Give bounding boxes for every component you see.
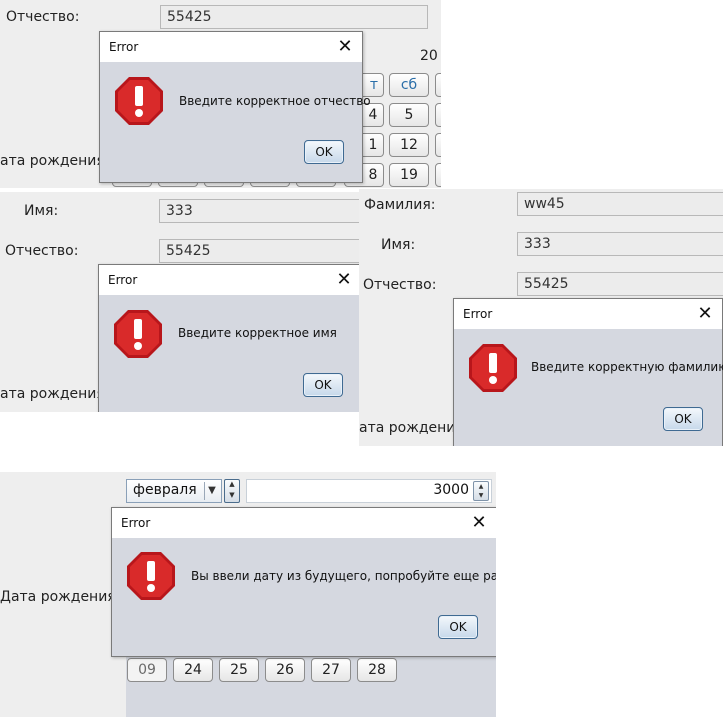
- form-panel-4: февраля ▼ ▲ ▼ 3000 ▲ ▼ Дата рождения: 09…: [0, 472, 496, 717]
- dialog-message: Введите корректное отчество: [179, 94, 371, 108]
- day-partial-edge: [435, 73, 441, 97]
- dialog-titlebar: Error ✕: [100, 32, 362, 62]
- ok-button[interactable]: OK: [304, 140, 344, 164]
- spinner-up-icon[interactable]: ▲: [225, 480, 239, 491]
- close-icon[interactable]: ✕: [468, 512, 490, 534]
- form-panel-2: Имя: 333 Отчество: 55425 ата рождения: E…: [0, 192, 359, 412]
- day-partial-edge: [435, 133, 441, 157]
- dialog-message: Введите корректную фамилию: [531, 360, 723, 374]
- stop-error-icon: [114, 310, 162, 358]
- dialog-title: Error: [463, 307, 493, 321]
- spinner-down-icon[interactable]: ▼: [474, 491, 488, 500]
- dialog-titlebar: Error ✕: [99, 265, 359, 295]
- spinner-up-icon[interactable]: ▲: [474, 482, 488, 491]
- day-partial-edge: [435, 163, 441, 187]
- patronymic-label: Отчество:: [363, 277, 437, 293]
- close-icon[interactable]: ✕: [694, 303, 716, 325]
- ok-button[interactable]: OK: [663, 407, 703, 431]
- form-panel-1: Отчество: 55425 20 т сб 4 5 1 12 8 19 ат…: [0, 0, 441, 188]
- name-label: Имя:: [24, 203, 59, 219]
- day-cell[interactable]: 25: [219, 658, 259, 682]
- birth-date-label: ата рождения:: [0, 386, 110, 402]
- surname-field[interactable]: ww45: [517, 192, 723, 216]
- day-cell[interactable]: 28: [357, 658, 397, 682]
- error-dialog: Error ✕ Введите корректное имя OK: [98, 264, 359, 412]
- close-icon[interactable]: ✕: [333, 269, 355, 291]
- name-field[interactable]: 333: [517, 232, 723, 256]
- name-field[interactable]: 333: [159, 199, 359, 223]
- patronymic-field[interactable]: 55425: [517, 272, 723, 296]
- day-cell[interactable]: 26: [265, 658, 305, 682]
- chevron-down-icon[interactable]: ▼: [204, 482, 219, 500]
- ok-button[interactable]: OK: [438, 615, 478, 639]
- day-cell[interactable]: 27: [311, 658, 351, 682]
- spinner-arrows-icon[interactable]: ▲ ▼: [473, 481, 489, 501]
- dialog-titlebar: Error ✕: [454, 299, 722, 329]
- patronymic-label: Отчество:: [6, 9, 80, 25]
- surname-label: Фамилия:: [364, 197, 436, 213]
- patronymic-field[interactable]: 55425: [159, 239, 359, 263]
- dialog-title: Error: [109, 40, 139, 54]
- ok-button[interactable]: OK: [303, 373, 343, 397]
- day-cell[interactable]: 24: [173, 658, 213, 682]
- year-label: 20: [420, 48, 438, 64]
- day-cell[interactable]: 19: [389, 163, 429, 187]
- stop-error-icon: [115, 77, 163, 125]
- patronymic-field[interactable]: 55425: [160, 5, 428, 29]
- name-label: Имя:: [381, 237, 416, 253]
- dialog-message: Введите корректное имя: [178, 326, 337, 340]
- dialog-title: Error: [108, 273, 138, 287]
- dialog-message: Вы ввели дату из будущего, попробуйте ещ…: [191, 569, 496, 583]
- dialog-titlebar: Error ✕: [112, 508, 496, 538]
- error-dialog: Error ✕ Введите корректное отчество OK: [99, 31, 371, 183]
- day-cell[interactable]: 09: [127, 658, 167, 682]
- birth-date-label: Дата рождения:: [0, 589, 121, 605]
- day-cell[interactable]: 5: [389, 103, 429, 127]
- error-dialog: Error ✕ Вы ввели дату из будущего, попро…: [111, 507, 496, 657]
- form-panel-3: Фамилия: ww45 Имя: 333 Отчество: 55425 а…: [359, 189, 723, 446]
- spinner-down-icon[interactable]: ▼: [225, 491, 239, 502]
- day-cell[interactable]: 12: [389, 133, 429, 157]
- year-spinner[interactable]: 3000 ▲ ▼: [246, 479, 492, 503]
- dialog-title: Error: [121, 516, 151, 530]
- spinner-arrows-icon[interactable]: ▲ ▼: [224, 479, 240, 503]
- birth-date-label: ата рождения:: [0, 153, 110, 169]
- year-value: 3000: [433, 482, 469, 498]
- stop-error-icon: [127, 552, 175, 600]
- stop-error-icon: [469, 344, 517, 392]
- patronymic-label: Отчество:: [5, 243, 79, 259]
- close-icon[interactable]: ✕: [334, 36, 356, 58]
- month-combobox[interactable]: февраля ▼: [126, 479, 222, 503]
- error-dialog: Error ✕ Введите корректную фамилию OK: [453, 298, 723, 446]
- day-header-sat: сб: [389, 73, 429, 97]
- day-partial-edge: [435, 103, 441, 127]
- month-selected: февраля: [133, 482, 197, 498]
